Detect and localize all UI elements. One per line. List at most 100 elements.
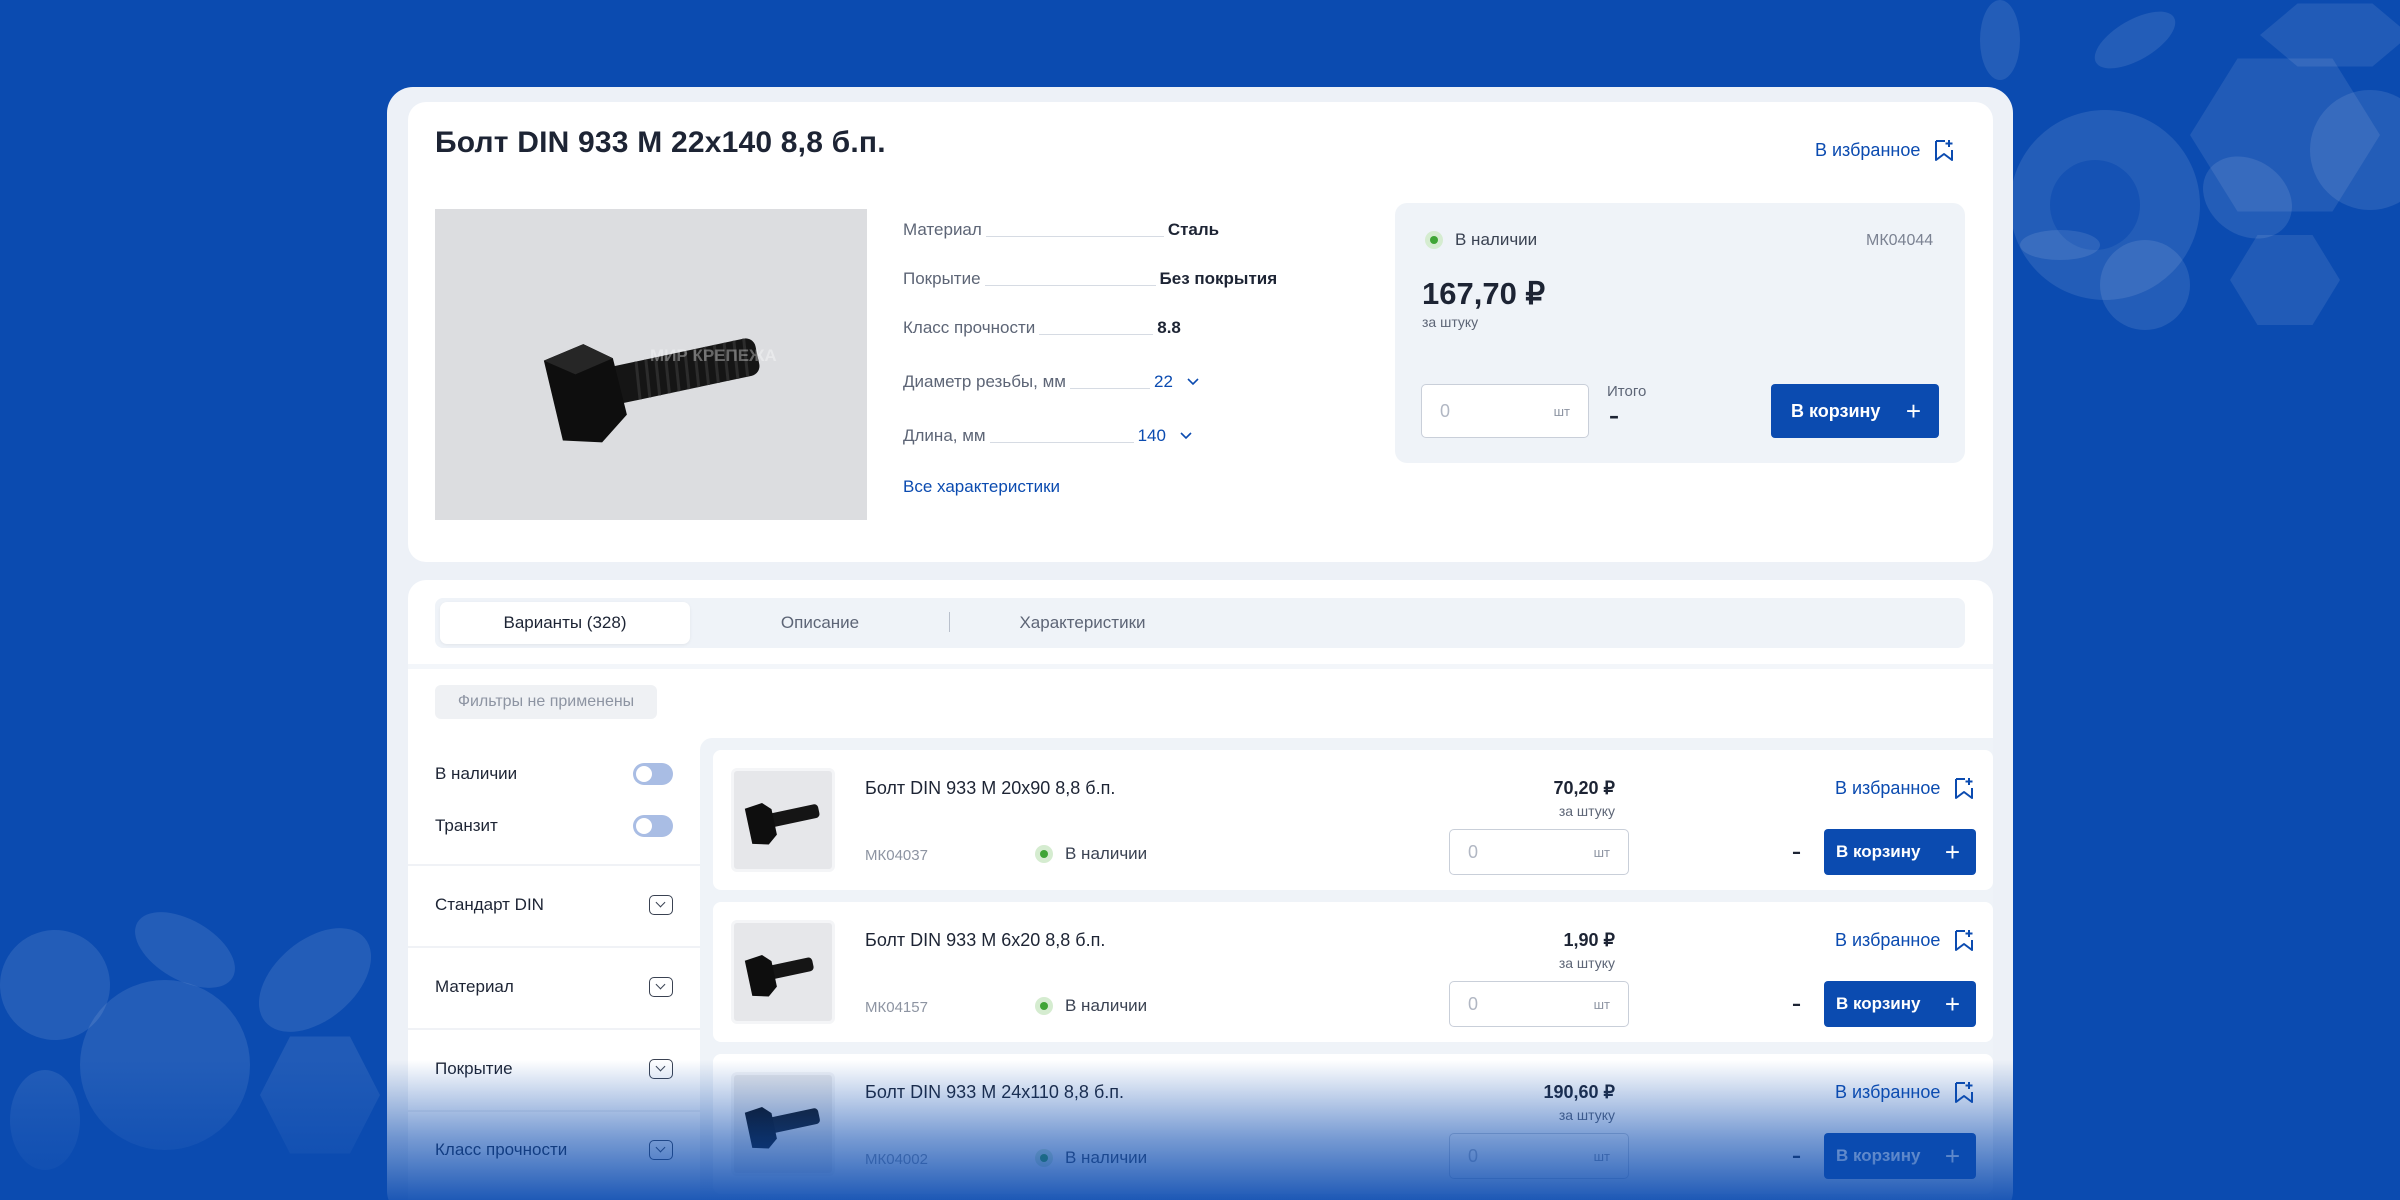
product-sku: МК04044 <box>1866 232 1934 249</box>
add-to-cart-button[interactable]: В корзину + <box>1824 1133 1976 1179</box>
product-image[interactable]: МИР КРЕПЕЖА <box>435 209 867 520</box>
variant-availability: В наличии <box>1035 996 1147 1016</box>
quantity-input[interactable]: 0 шт <box>1421 384 1589 438</box>
filter-divider <box>408 1110 700 1112</box>
spec-leader <box>989 442 1134 443</box>
diameter-value: 22 <box>1153 372 1173 391</box>
chevron-down-icon <box>1180 432 1192 440</box>
all-specs-link[interactable]: Все характеристики <box>903 477 1060 497</box>
transit-toggle[interactable] <box>633 815 673 837</box>
facet-label: Класс прочности <box>435 1140 568 1159</box>
quantity-input[interactable]: 0 шт <box>1449 1133 1629 1179</box>
screw-head-decor-left-3 <box>239 907 391 1053</box>
price-unit: за штуку <box>1422 314 1479 330</box>
hex-nut-decor-2 <box>2230 235 2340 325</box>
cart-button-label: В корзину <box>1836 1146 1921 1165</box>
toggle-label: В наличии <box>435 764 518 783</box>
bookmark-plus-icon <box>1955 930 1974 951</box>
status-dot-icon <box>1035 1149 1053 1167</box>
add-to-cart-button[interactable]: В корзину + <box>1771 384 1939 438</box>
diameter-select[interactable]: 22 <box>1154 372 1199 392</box>
spec-label: Материал <box>903 220 982 239</box>
total-value: – <box>1609 404 1619 428</box>
filter-transit[interactable]: Транзит <box>435 815 673 837</box>
variant-name[interactable]: Болт DIN 933 М 20х90 8,8 б.п. <box>865 778 1115 799</box>
spec-label: Класс прочности <box>903 318 1036 337</box>
availability-label: В наличии <box>1065 996 1148 1015</box>
favorite-label: В избранное <box>1815 139 1921 160</box>
variant-availability: В наличии <box>1035 1148 1147 1168</box>
variant-thumbnail[interactable] <box>731 1072 835 1176</box>
variant-favorite-button[interactable]: В избранное <box>1835 1080 1974 1104</box>
variant-price-unit: за штуку <box>1558 955 1615 971</box>
availability-label: В наличии <box>1065 1148 1148 1167</box>
variant-sku: МК04157 <box>865 999 928 1016</box>
section-divider <box>408 664 1993 669</box>
page-title: Болт DIN 933 М 22х140 8,8 б.п. <box>435 126 886 159</box>
quantity-unit: шт <box>1553 403 1570 419</box>
length-select[interactable]: 140 <box>1138 426 1192 446</box>
spec-row-diameter: Диаметр резьбы, мм 22 <box>903 372 1303 392</box>
variant-total: – <box>1792 842 1801 863</box>
add-to-cart-button[interactable]: В корзину + <box>1824 981 1976 1027</box>
dropdown-box-icon <box>649 1059 673 1079</box>
variant-thumbnail[interactable] <box>731 768 835 872</box>
facet-material[interactable]: Материал <box>435 977 673 997</box>
toggle-label: Транзит <box>435 816 498 835</box>
filter-divider <box>408 1028 700 1030</box>
bolt-decor-left <box>10 1070 80 1170</box>
quantity-value: 0 <box>1468 993 1479 1014</box>
variant-total: – <box>1792 994 1801 1015</box>
screw-head-decor-3 <box>2020 230 2100 260</box>
variant-name[interactable]: Болт DIN 933 М 6х20 8,8 б.п. <box>865 930 1105 951</box>
variant-price-unit: за штуку <box>1558 1107 1615 1123</box>
plus-icon: + <box>1944 837 1960 867</box>
spec-leader <box>984 285 1156 286</box>
quantity-value: 0 <box>1468 841 1479 862</box>
filter-in-stock[interactable]: В наличии <box>435 763 673 785</box>
tab-variants[interactable]: Варианты (328) <box>440 602 690 644</box>
plus-icon: + <box>1944 989 1960 1019</box>
variant-favorite-button[interactable]: В избранное <box>1835 776 1974 800</box>
spec-value: 8.8 <box>1157 318 1181 337</box>
variant-thumbnail[interactable] <box>731 920 835 1024</box>
variant-favorite-button[interactable]: В избранное <box>1835 928 1974 952</box>
facet-label: Покрытие <box>435 1059 513 1078</box>
facet-din-standard[interactable]: Стандарт DIN <box>435 895 673 915</box>
bolt-image <box>744 1106 820 1149</box>
spec-row-material: Материал Сталь <box>903 220 1303 240</box>
tab-description[interactable]: Описание <box>690 602 950 644</box>
spec-value: Без покрытия <box>1159 269 1278 288</box>
facet-coating[interactable]: Покрытие <box>435 1059 673 1079</box>
facet-strength-class[interactable]: Класс прочности <box>435 1140 673 1160</box>
filter-divider <box>408 946 700 948</box>
favorite-button[interactable]: В избранное <box>1815 138 1954 162</box>
spec-row-coating: Покрытие Без покрытия <box>903 269 1303 289</box>
cart-button-label: В корзину <box>1836 842 1921 861</box>
tab-characteristics[interactable]: Характеристики <box>955 602 1210 644</box>
availability-label: В наличии <box>1455 230 1538 249</box>
variant-name[interactable]: Болт DIN 933 М 24х110 8,8 б.п. <box>865 1082 1124 1103</box>
washer-decor-3 <box>2100 240 2190 330</box>
availability-label: В наличии <box>1065 844 1148 863</box>
quantity-value: 0 <box>1468 1145 1479 1166</box>
favorite-label: В избранное <box>1835 1081 1941 1102</box>
chevron-down-icon <box>1187 378 1199 386</box>
favorite-label: В избранное <box>1835 777 1941 798</box>
availability-status: В наличии <box>1425 230 1537 250</box>
quantity-input[interactable]: 0 шт <box>1449 829 1629 875</box>
variant-price: 1,90 ₽ <box>1563 930 1616 950</box>
quantity-input[interactable]: 0 шт <box>1449 981 1629 1027</box>
quantity-unit: шт <box>1593 1148 1610 1164</box>
bolt-image <box>543 338 760 443</box>
spec-value: Сталь <box>1167 220 1220 239</box>
status-dot-icon <box>1425 231 1443 249</box>
variant-price-unit: за штуку <box>1558 803 1615 819</box>
plus-icon: + <box>1944 1141 1960 1171</box>
variant-total: – <box>1792 1146 1801 1167</box>
add-to-cart-button[interactable]: В корзину + <box>1824 829 1976 875</box>
bookmark-plus-icon <box>1955 1082 1974 1103</box>
facet-label: Стандарт DIN <box>435 895 544 914</box>
in-stock-toggle[interactable] <box>633 763 673 785</box>
variant-price: 70,20 ₽ <box>1553 778 1616 798</box>
